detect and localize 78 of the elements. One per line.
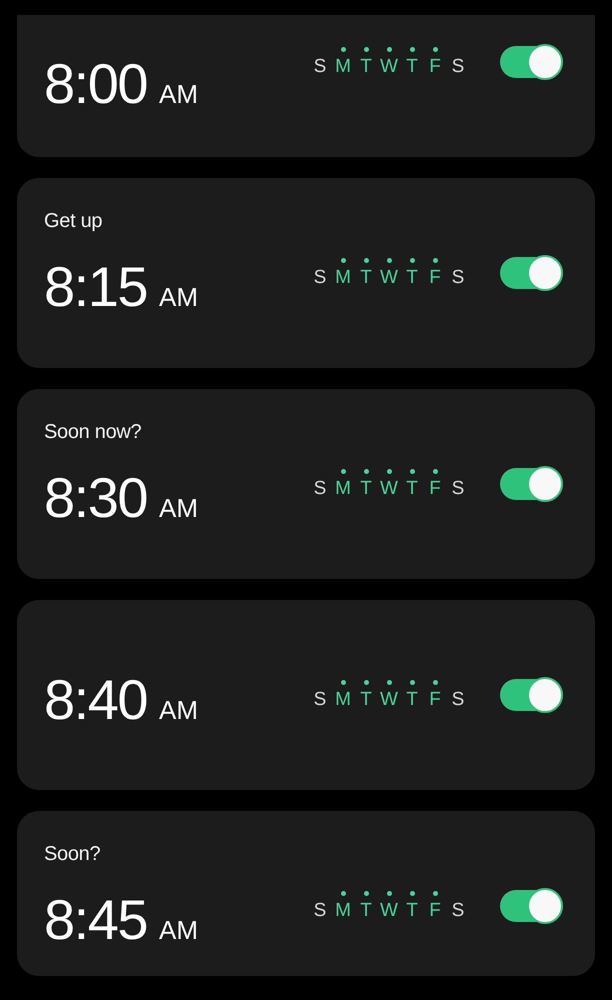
dot-icon	[410, 258, 414, 263]
day-letter: F	[429, 56, 441, 78]
day-letter: T	[406, 478, 418, 500]
day-letter: T	[360, 267, 372, 289]
alarm-toggle[interactable]	[500, 677, 563, 713]
dot-icon	[432, 680, 438, 685]
dot-icon	[410, 680, 414, 685]
day-letter: S	[314, 689, 326, 711]
alarm-time: 8:30	[44, 468, 147, 528]
day-letter: T	[360, 900, 372, 922]
dot-icon	[410, 891, 414, 896]
day-letter: W	[380, 267, 398, 289]
day-letter: S	[314, 900, 326, 922]
alarm-label: Soon now?	[44, 420, 142, 444]
day-letter: M	[335, 56, 351, 78]
time-period: AM	[159, 915, 198, 945]
time-period: AM	[159, 79, 198, 109]
dot-icon	[432, 258, 438, 263]
day-letter: T	[406, 267, 418, 289]
day-letter: S	[452, 900, 464, 922]
day-letter: W	[380, 900, 398, 922]
day-letter: M	[335, 267, 351, 289]
time-period: AM	[159, 695, 198, 725]
dot-icon	[364, 891, 368, 896]
day-letter: S	[314, 478, 326, 500]
day-letter: T	[360, 689, 372, 711]
dot-icon	[340, 891, 346, 896]
day-letter: W	[380, 689, 398, 711]
dot-icon	[340, 469, 346, 474]
alarm-time: 8:40	[44, 670, 147, 730]
day-letter: S	[314, 56, 326, 78]
day-letter: W	[380, 56, 398, 78]
day-letter: S	[452, 478, 464, 500]
day-letter: M	[335, 689, 351, 711]
day-letter: W	[380, 478, 398, 500]
time-period: AM	[159, 282, 198, 312]
dot-icon	[364, 469, 368, 474]
dot-icon	[432, 47, 438, 52]
day-letter: T	[406, 900, 418, 922]
dot-icon	[386, 469, 392, 474]
dot-icon	[386, 258, 392, 263]
day-letter: S	[452, 267, 464, 289]
alarm-toggle[interactable]	[500, 466, 563, 502]
dot-icon	[432, 469, 438, 474]
dot-icon	[340, 680, 346, 685]
alarm-label: Get up	[44, 209, 104, 233]
dot-icon	[410, 469, 414, 474]
alarm-time: 8:45	[44, 890, 147, 950]
dot-icon	[386, 891, 392, 896]
dot-icon	[340, 258, 346, 263]
alarm-time: 8:00	[44, 54, 147, 114]
dot-icon	[432, 891, 438, 896]
alarm-time: 8:15	[44, 257, 147, 317]
dot-icon	[364, 680, 368, 685]
day-letter: F	[429, 689, 441, 711]
dot-icon	[364, 258, 368, 263]
day-letter: T	[360, 478, 372, 500]
alarm-toggle[interactable]	[500, 888, 563, 924]
time-period: AM	[159, 493, 198, 523]
day-letter: T	[360, 56, 372, 78]
alarm-label: Soon?	[44, 842, 102, 866]
day-letter: S	[452, 689, 464, 711]
dot-icon	[386, 47, 392, 52]
alarm-toggle[interactable]	[500, 255, 563, 291]
dot-icon	[364, 47, 368, 52]
day-letter: F	[429, 267, 441, 289]
dot-icon	[340, 47, 346, 52]
day-letter: F	[429, 900, 441, 922]
day-letter: F	[429, 478, 441, 500]
day-letter: T	[406, 56, 418, 78]
day-letter: S	[452, 56, 464, 78]
day-letter: T	[406, 689, 418, 711]
day-letter: M	[335, 900, 351, 922]
day-letter: S	[314, 267, 326, 289]
dot-icon	[410, 47, 414, 52]
day-letter: M	[335, 478, 351, 500]
alarm-toggle[interactable]	[500, 44, 563, 80]
dot-icon	[386, 680, 392, 685]
